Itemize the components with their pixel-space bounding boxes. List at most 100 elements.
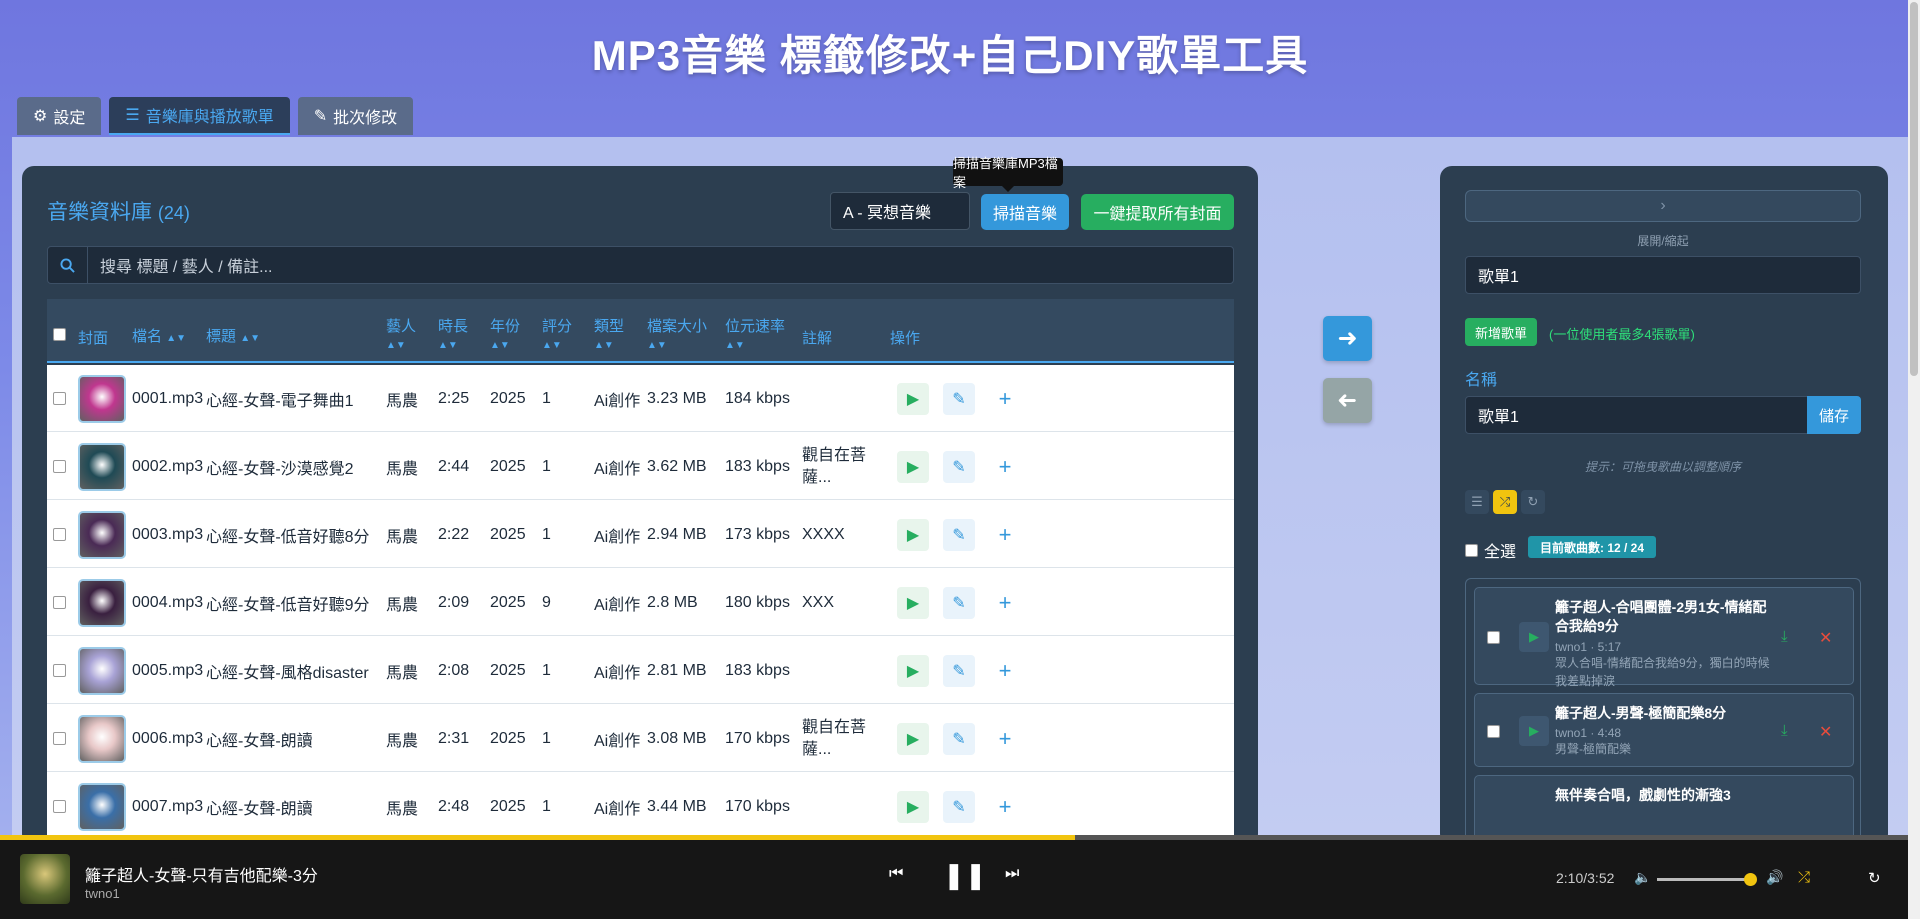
col-rating[interactable]: 評分 ▲▼ — [542, 315, 572, 353]
row-play-button[interactable]: ▶ — [897, 518, 929, 551]
row-filename: 0007.mp3 — [132, 797, 204, 815]
arrow-left-icon: ➜ — [1337, 387, 1358, 414]
row-size: 2.81 MB — [647, 661, 707, 679]
drag-hint: 提示：可拖曳歌曲以調整順序 — [1584, 460, 1741, 474]
remove-from-playlist-arrow-button[interactable]: ➜ — [1323, 378, 1372, 423]
scrollbar-thumb[interactable] — [1910, 2, 1918, 376]
add-to-playlist-arrow-button[interactable]: ➜ — [1323, 316, 1372, 361]
song-checkbox[interactable] — [1487, 631, 1500, 644]
row-add-button[interactable]: + — [989, 519, 1021, 551]
col-size[interactable]: 檔案大小 ▲▼ — [647, 315, 707, 353]
tab-library-playlist[interactable]: ☰ 音樂庫與播放歌單 — [109, 97, 290, 135]
row-checkbox[interactable] — [53, 569, 66, 636]
select-all-label: 全選 — [1484, 544, 1517, 561]
table-row[interactable]: 0005.mp3 心經-女聲-風格disaster 馬農 2:08 2025 1 Ai創作 2… — [47, 637, 1234, 704]
sequential-order-button[interactable]: ☰ — [1465, 490, 1489, 514]
download-icon[interactable]: ⤓ — [1781, 722, 1788, 739]
scan-music-button[interactable]: 掃描音樂 — [981, 194, 1069, 230]
next-button[interactable]: ⏭ — [1005, 865, 1019, 883]
row-edit-button[interactable]: ✎ — [943, 586, 975, 619]
previous-button[interactable]: ⏮ — [889, 865, 903, 883]
new-playlist-button[interactable]: 新增歌單 — [1465, 318, 1537, 346]
select-all-checkbox[interactable] — [1465, 543, 1478, 557]
row-add-button[interactable]: + — [989, 451, 1021, 483]
row-edit-button[interactable]: ✎ — [943, 790, 975, 823]
row-checkbox[interactable] — [53, 705, 66, 772]
table-row[interactable]: 0003.mp3 心經-女聲-低音好聽8分 馬農 2:22 2025 1 Ai創作 2.94 … — [47, 501, 1234, 568]
row-play-button[interactable]: ▶ — [897, 450, 929, 483]
row-play-button[interactable]: ▶ — [897, 382, 929, 415]
repeat-toggle[interactable]: ↻ — [1868, 869, 1881, 887]
shuffle-button[interactable]: ⤮ — [1493, 490, 1517, 514]
row-add-button[interactable]: + — [989, 791, 1021, 823]
table-row[interactable]: 0006.mp3 心經-女聲-朗讀 馬農 2:31 2025 1 Ai創作 3.08 MB 17… — [47, 705, 1234, 772]
remove-song-icon[interactable]: ✕ — [1819, 628, 1832, 648]
volume-fill — [1657, 878, 1750, 881]
select-all-checkbox[interactable] — [53, 325, 66, 349]
table-row[interactable]: 0004.mp3 心經-女聲-低音好聽9分 馬農 2:09 2025 9 Ai創作 2.8 M… — [47, 569, 1234, 636]
col-genre[interactable]: 類型 ▲▼ — [594, 315, 624, 353]
row-edit-button[interactable]: ✎ — [943, 722, 975, 755]
song-play-button[interactable]: ▶ — [1519, 716, 1549, 746]
volume-knob[interactable] — [1744, 873, 1757, 886]
select-all-songs[interactable]: 全選 — [1465, 538, 1516, 562]
playlist-name-input[interactable]: 歌單1 — [1465, 396, 1808, 434]
song-play-button[interactable]: ▶ — [1519, 622, 1549, 652]
row-edit-button[interactable]: ✎ — [943, 382, 975, 415]
col-filename[interactable]: 檔名 ▲▼ — [132, 325, 186, 351]
row-checkbox[interactable] — [53, 637, 66, 704]
download-icon[interactable]: ⤓ — [1781, 628, 1788, 645]
col-year[interactable]: 年份 ▲▼ — [490, 315, 520, 353]
row-checkbox[interactable] — [53, 773, 66, 840]
pause-button[interactable]: ❚❚ — [943, 860, 987, 891]
shuffle-toggle[interactable]: ⤮ — [1798, 869, 1810, 886]
row-checkbox[interactable] — [53, 365, 66, 432]
row-edit-button[interactable]: ✎ — [943, 654, 975, 687]
col-title[interactable]: 標題 ▲▼ — [206, 325, 260, 351]
save-playlist-button[interactable]: 儲存 — [1807, 396, 1861, 434]
extract-covers-button[interactable]: 一鍵提取所有封面 — [1081, 194, 1234, 230]
row-add-button[interactable]: + — [989, 383, 1021, 415]
col-bitrate[interactable]: 位元速率 ▲▼ — [725, 315, 785, 353]
row-notes — [802, 637, 872, 704]
row-play-button[interactable]: ▶ — [897, 654, 929, 687]
col-duration[interactable]: 時長 ▲▼ — [438, 315, 468, 353]
tab-batch-edit[interactable]: ✎ 批次修改 — [297, 97, 414, 135]
collapse-label: 展開/縮起 — [1637, 234, 1689, 248]
row-add-button[interactable]: + — [989, 723, 1021, 755]
shuffle-icon: ⤮ — [1499, 494, 1511, 509]
search-input[interactable]: 搜尋 標題 / 藝人 / 備註... — [88, 253, 272, 277]
row-genre: Ai創作 — [594, 528, 641, 546]
row-bitrate: 183 kbps — [725, 457, 790, 475]
tab-settings[interactable]: ⚙ 設定 — [17, 97, 102, 135]
remove-song-icon[interactable]: ✕ — [1819, 722, 1832, 742]
col-artist[interactable]: 藝人 ▲▼ — [386, 315, 416, 353]
collapse-toggle-button[interactable]: › — [1465, 190, 1861, 222]
volume-low-icon[interactable]: 🔈 — [1634, 869, 1651, 886]
playback-time: 2:10/3:52 — [1556, 870, 1615, 886]
row-add-button[interactable]: + — [989, 655, 1021, 687]
library-search[interactable]: 搜尋 標題 / 藝人 / 備註... — [47, 246, 1234, 284]
table-row[interactable]: 0007.mp3 心經-女聲-朗讀 馬農 2:48 2025 1 Ai創作 3.44 MB 17… — [47, 773, 1234, 840]
row-notes: 觀自在菩薩... — [802, 718, 867, 758]
row-play-button[interactable]: ▶ — [897, 790, 929, 823]
table-row[interactable]: 0001.mp3 心經-女聲-電子舞曲1 馬農 2:25 2025 1 Ai創作 3.23 M… — [47, 365, 1234, 432]
repeat-button[interactable]: ↻ — [1521, 490, 1545, 514]
page-scrollbar[interactable] — [1908, 0, 1920, 919]
playlist-song-item[interactable]: ▶ 籬子超人-合唱團體-2男1女-情緒配合我給9分 twno1 · 5:17 眾… — [1474, 587, 1854, 688]
playlist-select[interactable]: 歌單1 — [1465, 256, 1861, 294]
row-edit-button[interactable]: ✎ — [943, 450, 975, 483]
volume-high-icon[interactable]: 🔊 — [1766, 869, 1783, 886]
folder-select[interactable]: A - 冥想音樂 — [830, 192, 970, 230]
row-title: 心經-女聲-沙漠感覺2 — [206, 460, 354, 478]
table-row[interactable]: 0002.mp3 心經-女聲-沙漠感覺2 馬農 2:44 2025 1 Ai創作 3.62 M… — [47, 433, 1234, 500]
volume-slider[interactable] — [1657, 873, 1757, 886]
row-edit-button[interactable]: ✎ — [943, 518, 975, 551]
row-add-button[interactable]: + — [989, 587, 1021, 619]
song-checkbox[interactable] — [1487, 725, 1500, 738]
row-play-button[interactable]: ▶ — [897, 586, 929, 619]
playlist-song-item[interactable]: ▶ 籬子超人-男聲-極簡配樂8分 twno1 · 4:48 男聲-極簡配樂 ⤓ … — [1474, 693, 1854, 767]
row-play-button[interactable]: ▶ — [897, 722, 929, 755]
row-checkbox[interactable] — [53, 433, 66, 500]
row-checkbox[interactable] — [53, 501, 66, 568]
